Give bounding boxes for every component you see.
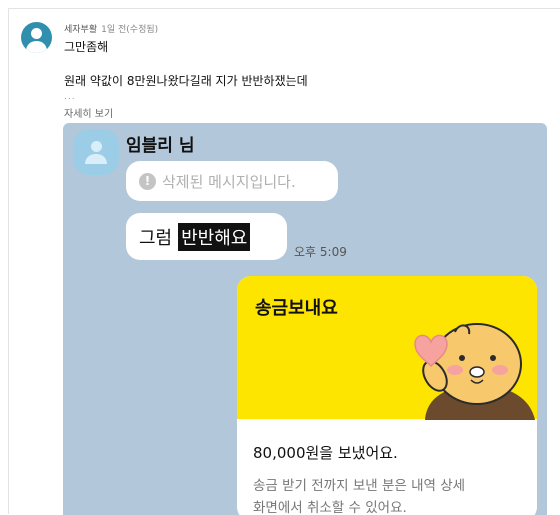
transfer-note-line1: 송금 받기 전까지 보낸 분은 내역 상세 — [253, 478, 466, 494]
comment-ellipsis: ... — [64, 92, 76, 102]
message-highlighted-text: 반반해요 — [178, 222, 251, 251]
comment-text-line2: 원래 약값이 8만원나왔다길래 지가 반반하쟀는데 — [64, 74, 308, 88]
comment-date: 1일 전(수정됨) — [101, 25, 159, 35]
chat-sender-name: 임블리 님 — [126, 136, 195, 156]
transfer-card: 송금보내요 80,000원을 보냈어요. 송금 받기 전까지 보낸 분은 내역 … — [237, 276, 537, 515]
message-time: 오후 5:09 — [294, 245, 347, 259]
deleted-message-bubble: ! 삭제된 메시지입니다. — [126, 161, 338, 201]
message-text: 그럼 — [139, 227, 173, 249]
profile-avatar-icon — [73, 129, 119, 175]
deleted-warning-icon: ! — [139, 172, 156, 190]
deleted-message-text: 삭제된 메시지입니다. — [162, 172, 296, 191]
comment-text-line1: 그만좀해 — [64, 40, 109, 54]
transfer-card-title: 송금보내요 — [255, 298, 338, 319]
show-more-link[interactable]: 자세히 보기 — [64, 105, 113, 120]
message-bubble: 그럼 반반해요 — [126, 213, 287, 260]
transfer-note-line2: 화면에서 취소할 수 있어요. — [253, 500, 407, 515]
transfer-amount: 80,000원을 보냈어요. — [253, 444, 398, 462]
attached-chat-screenshot[interactable]: 임블리 님 ! 삭제된 메시지입니다. 그럼 반반해요 오후 5:09 송금보내… — [63, 123, 547, 515]
comment-meta: 세자부활 1일 전(수정됨) — [64, 22, 158, 35]
comment-author[interactable]: 세자부활 — [64, 25, 97, 35]
lion-heart-sticker — [414, 323, 535, 420]
user-avatar-icon[interactable] — [21, 22, 52, 53]
